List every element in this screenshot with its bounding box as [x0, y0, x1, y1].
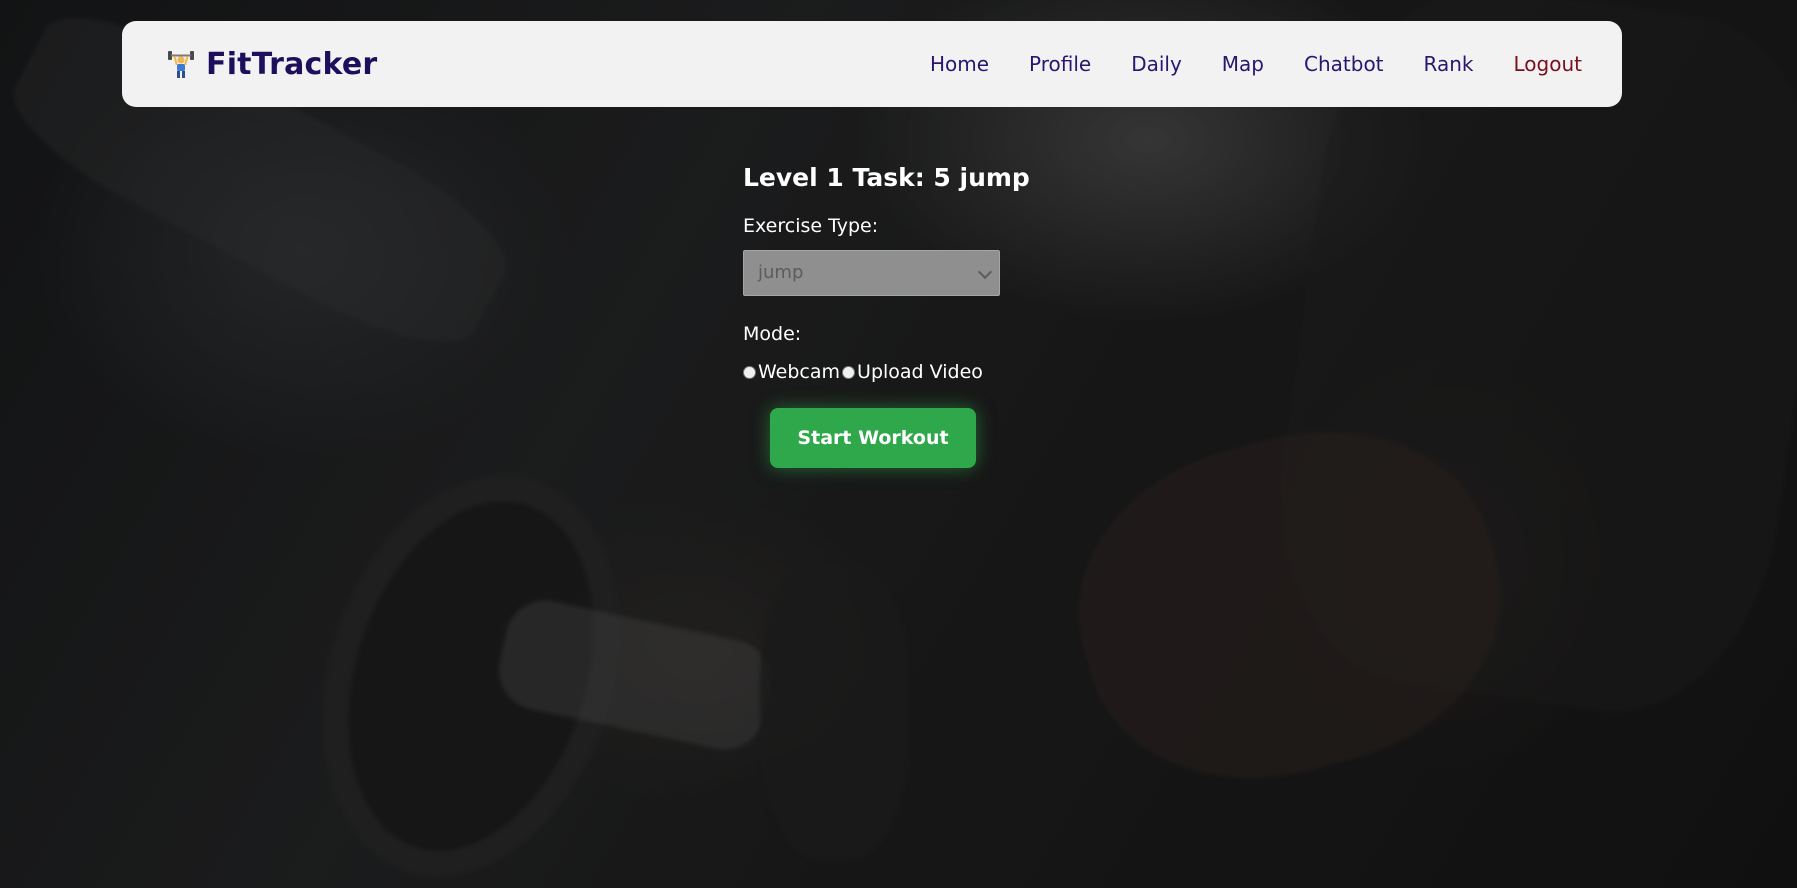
radio-webcam[interactable] [743, 365, 756, 379]
brand[interactable]: FitTracker [166, 47, 377, 82]
nav-link-map[interactable]: Map [1222, 52, 1264, 76]
radio-upload-video-label[interactable]: Upload Video [857, 361, 983, 383]
navbar: FitTracker Home Profile Daily Map Chatbo… [122, 21, 1622, 107]
nav-links: Home Profile Daily Map Chatbot Rank Logo… [930, 52, 1582, 76]
radio-webcam-label[interactable]: Webcam [758, 361, 840, 383]
brand-name: FitTracker [206, 46, 378, 82]
exercise-type-label: Exercise Type: [743, 215, 879, 237]
nav-link-profile[interactable]: Profile [1029, 52, 1091, 76]
nav-link-rank[interactable]: Rank [1424, 52, 1474, 76]
mode-options: Webcam Upload Video [743, 358, 1003, 386]
weightlifter-icon [168, 51, 194, 78]
exercise-type-value: jump [743, 250, 1000, 296]
workout-panel: Level 1 Task: 5 jump Exercise Type: jump… [743, 160, 1030, 468]
radio-upload-video[interactable] [842, 365, 856, 379]
nav-link-home[interactable]: Home [930, 52, 989, 76]
exercise-type-select[interactable]: jump [743, 250, 1000, 296]
mode-label: Mode: [743, 323, 802, 345]
nav-link-logout[interactable]: Logout [1514, 52, 1582, 76]
nav-link-daily[interactable]: Daily [1131, 52, 1182, 76]
start-workout-button[interactable]: Start Workout [770, 408, 976, 468]
task-title: Level 1 Task: 5 jump [743, 163, 1030, 192]
nav-link-chatbot[interactable]: Chatbot [1304, 52, 1384, 76]
